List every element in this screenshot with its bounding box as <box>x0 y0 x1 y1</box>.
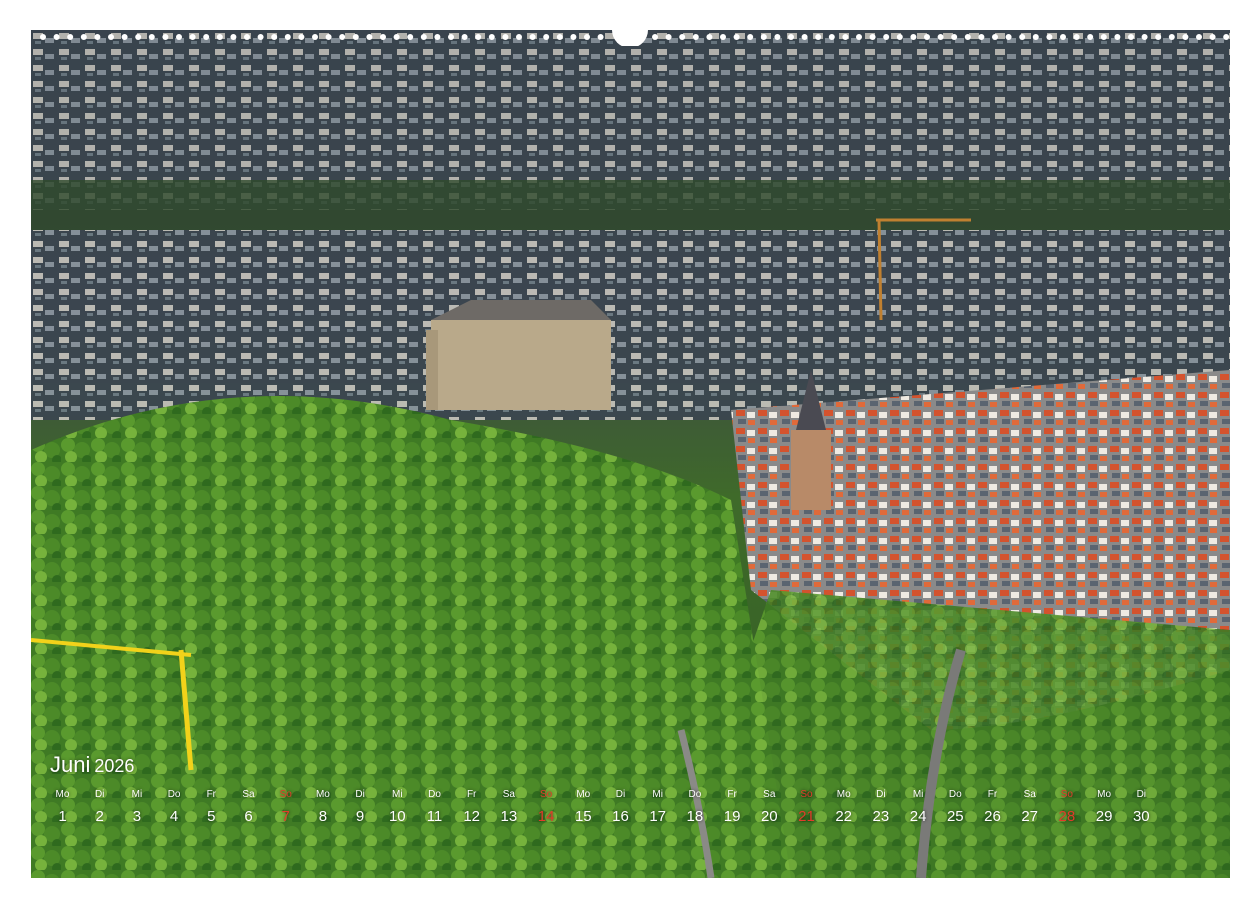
day-number: 29 <box>1095 808 1113 825</box>
weekday-label: Mi <box>912 789 924 800</box>
day-cell: So 28 <box>1048 789 1085 827</box>
day-cell: Sa 13 <box>490 789 527 827</box>
day-cell: Di 16 <box>602 789 639 827</box>
day-cell: Fr 12 <box>453 789 490 827</box>
day-cell: Mi 10 <box>379 789 416 827</box>
day-cell: Do 25 <box>937 789 974 827</box>
day-cell: Do 11 <box>416 789 453 827</box>
day-number: 22 <box>835 808 853 825</box>
day-cell: Di 23 <box>862 789 899 827</box>
weekday-label: So <box>800 789 813 800</box>
day-cell: Mo 15 <box>565 789 602 827</box>
day-cell: Mo 1 <box>44 789 81 827</box>
day-number: 26 <box>984 808 1001 825</box>
day-cell: Mo 22 <box>825 789 862 827</box>
day-number: 6 <box>244 808 253 825</box>
day-cell: Di 30 <box>1123 789 1160 827</box>
weekday-label: Mo <box>1097 789 1112 800</box>
day-number: 28 <box>1058 808 1076 825</box>
year-label: 2026 <box>94 756 135 776</box>
weekday-label: Mo <box>55 789 70 800</box>
day-cell: Mi 24 <box>900 789 937 827</box>
day-cell: Fr 5 <box>193 789 230 827</box>
weekday-label: Di <box>876 789 886 800</box>
day-cell: So 7 <box>267 789 304 827</box>
day-number: 25 <box>946 808 964 825</box>
day-number: 5 <box>207 808 216 825</box>
weekday-label: Sa <box>242 789 255 800</box>
aerial-town-photo <box>31 30 1230 878</box>
day-cell: Do 4 <box>156 789 193 827</box>
day-cell: Do 18 <box>676 789 713 827</box>
day-cell: Mo 8 <box>304 789 341 827</box>
day-number: 14 <box>537 808 555 825</box>
weekday-label: Fr <box>466 789 477 800</box>
day-number: 21 <box>798 808 815 825</box>
weekday-label: Do <box>167 789 181 800</box>
month-name: Juni <box>50 752 91 777</box>
day-cell: Sa 27 <box>1011 789 1048 827</box>
day-number: 16 <box>612 808 629 825</box>
month-title: Juni 2026 <box>50 752 134 778</box>
spiral-binding <box>40 30 1230 46</box>
weekday-label: Di <box>94 789 105 800</box>
day-cell: Fr 26 <box>974 789 1011 827</box>
weekday-label: So <box>1060 789 1073 800</box>
day-cell: Sa 20 <box>751 789 788 827</box>
weekday-label: Mo <box>576 789 591 800</box>
day-number: 13 <box>500 808 518 825</box>
day-number: 3 <box>132 808 142 825</box>
calendar-sheet <box>31 30 1230 878</box>
day-cell: So 21 <box>788 789 825 827</box>
weekday-label: Mi <box>392 789 403 800</box>
weekday-label: Mo <box>836 789 851 800</box>
weekday-label: Do <box>948 789 962 800</box>
day-cell: Mi 17 <box>639 789 676 827</box>
day-number: 9 <box>355 808 365 825</box>
weekday-label: Fr <box>206 789 217 800</box>
day-number: 24 <box>909 808 927 825</box>
weekday-label: Mo <box>315 789 330 800</box>
weekday-label: Mi <box>131 789 143 800</box>
day-cell: Di 2 <box>81 789 118 827</box>
weekday-label: Do <box>688 789 702 800</box>
weekday-label: So <box>539 789 553 800</box>
day-number: 10 <box>388 808 406 825</box>
day-number: 19 <box>723 808 741 825</box>
day-number: 4 <box>169 808 179 825</box>
day-number: 8 <box>318 808 328 825</box>
day-number: 15 <box>574 808 592 825</box>
day-cell: Sa 6 <box>230 789 267 827</box>
day-cell: So 14 <box>528 789 565 827</box>
weekday-label: Sa <box>1023 789 1036 800</box>
day-number: 11 <box>426 808 443 825</box>
day-number: 20 <box>760 808 778 825</box>
day-number: 17 <box>649 808 667 825</box>
weekday-label: Sa <box>763 789 776 800</box>
day-number: 7 <box>281 808 290 825</box>
weekday-label: Di <box>1136 789 1147 800</box>
weekday-label: Di <box>615 789 626 800</box>
weekday-label: Di <box>355 789 365 800</box>
day-number: 1 <box>58 808 67 825</box>
weekday-label: Fr <box>727 789 737 800</box>
day-number: 23 <box>872 808 890 825</box>
day-cell: Mo 29 <box>1086 789 1123 827</box>
day-row: Mo 1 Di 2 Mi 3 Do 4 Fr 5 Sa 6 So 7 Mo 8 Di 9 Mi 10 Do 11 Fr 12 S… <box>44 789 1204 839</box>
weekday-label: Fr <box>987 789 998 800</box>
day-number: 18 <box>686 808 704 825</box>
weekday-label: Sa <box>502 789 515 800</box>
day-cell: Di 9 <box>342 789 379 827</box>
day-number: 30 <box>1132 808 1150 825</box>
weekday-label: Do <box>428 789 441 800</box>
day-number: 27 <box>1021 808 1039 825</box>
day-number: 2 <box>95 808 104 825</box>
weekday-label: So <box>279 789 292 800</box>
day-number: 12 <box>463 808 481 825</box>
day-cell: Mi 3 <box>118 789 155 827</box>
weekday-label: Mi <box>652 789 663 800</box>
day-cell: Fr 19 <box>714 789 751 827</box>
